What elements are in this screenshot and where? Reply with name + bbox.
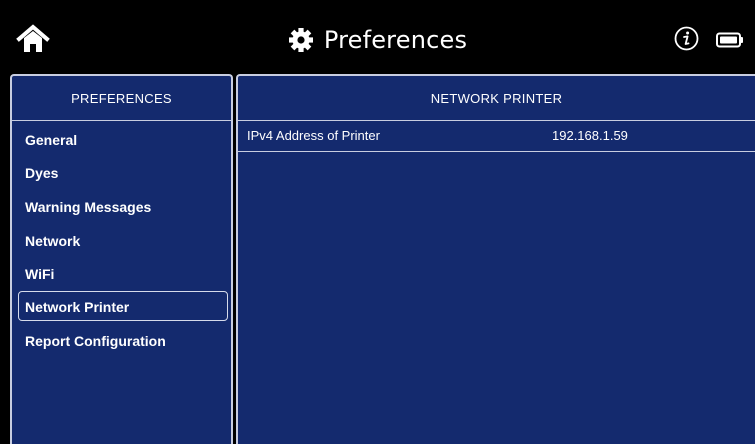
sidebar-heading: PREFERENCES bbox=[12, 76, 231, 121]
sidebar-item-warning-messages[interactable]: Warning Messages bbox=[18, 191, 228, 221]
info-button[interactable] bbox=[674, 26, 699, 51]
sidebar-item-wifi[interactable]: WiFi bbox=[18, 258, 228, 288]
preferences-screen: Preferences PREFERENCES General Dyes War… bbox=[0, 0, 755, 444]
sidebar-item-network-printer[interactable]: Network Printer bbox=[18, 291, 228, 321]
network-printer-panel: NETWORK PRINTER IPv4 Address of Printer … bbox=[236, 74, 755, 444]
info-icon bbox=[674, 26, 699, 51]
sidebar-item-general[interactable]: General bbox=[18, 124, 228, 154]
setting-label: IPv4 Address of Printer bbox=[247, 128, 380, 143]
page-title: Preferences bbox=[323, 26, 468, 54]
preferences-sidebar: PREFERENCES General Dyes Warning Message… bbox=[10, 74, 233, 444]
battery-icon bbox=[716, 32, 743, 48]
setting-row-ipv4-address[interactable]: IPv4 Address of Printer 192.168.1.59 bbox=[238, 120, 755, 152]
setting-value: 192.168.1.59 bbox=[552, 128, 628, 143]
gear-icon bbox=[288, 28, 313, 52]
top-bar: Preferences bbox=[0, 0, 755, 74]
sidebar-item-dyes[interactable]: Dyes bbox=[18, 157, 228, 187]
sidebar-item-report-configuration[interactable]: Report Configuration bbox=[18, 325, 228, 355]
panel-heading: NETWORK PRINTER bbox=[238, 76, 755, 121]
sidebar-item-network[interactable]: Network bbox=[18, 225, 228, 255]
page-title-area: Preferences bbox=[0, 22, 755, 58]
